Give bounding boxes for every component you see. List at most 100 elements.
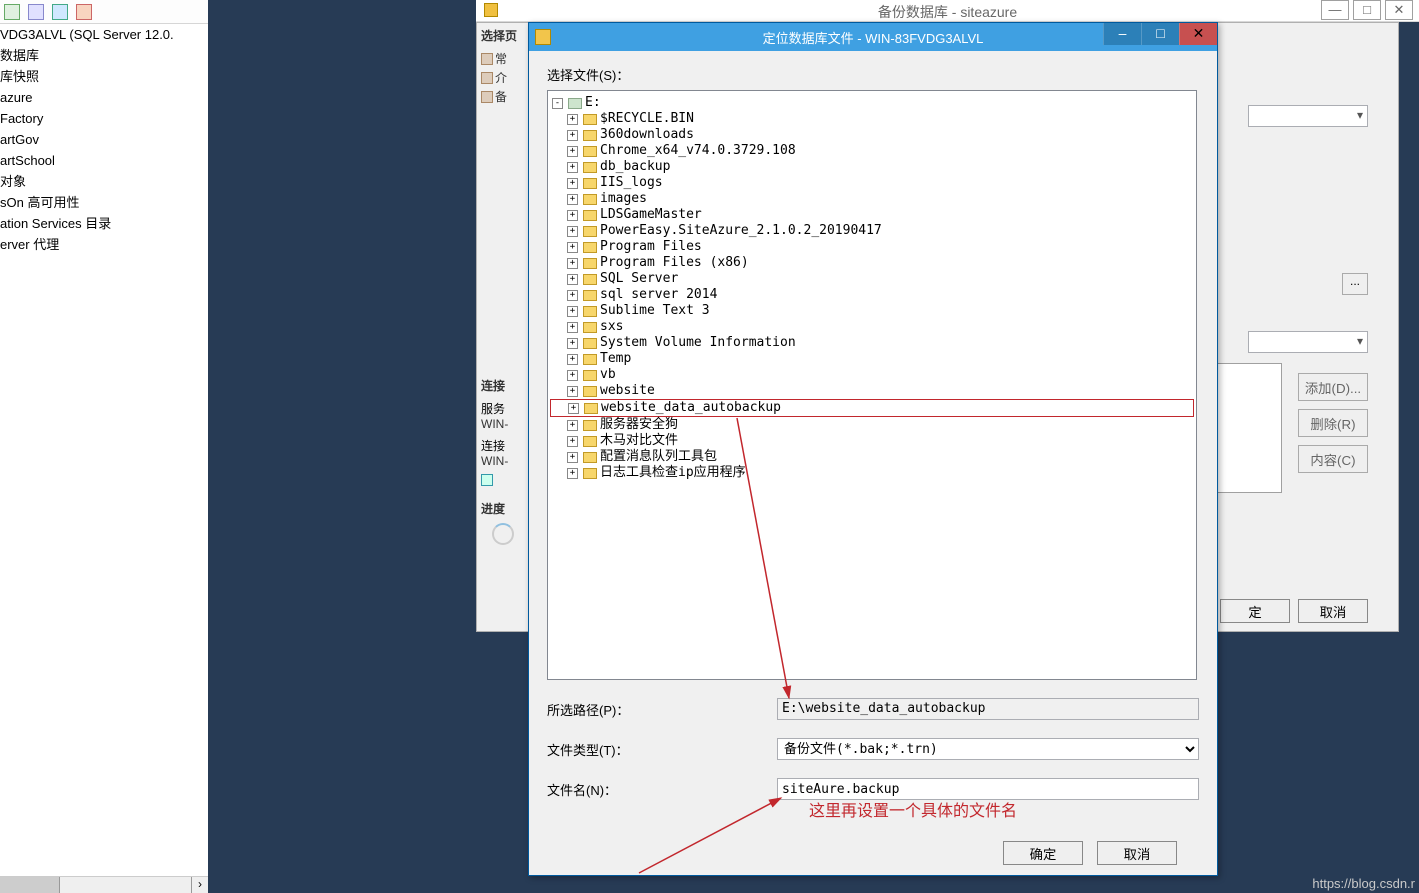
folder-node[interactable]: + 服务器安全狗 [550,417,1194,433]
expand-icon[interactable]: + [567,226,578,237]
expand-icon[interactable]: + [567,114,578,125]
tree-node[interactable]: sOn 高可用性 [0,192,208,213]
folder-icon [584,403,598,414]
folder-node[interactable]: + db_backup [550,159,1194,175]
folder-label: $RECYCLE.BIN [600,111,694,127]
folder-node[interactable]: + images [550,191,1194,207]
refresh-icon[interactable] [52,4,68,20]
expand-icon[interactable]: + [567,274,578,285]
expand-icon[interactable]: + [567,290,578,301]
close-button[interactable]: ✕ [1179,23,1217,45]
expand-icon[interactable]: + [567,130,578,141]
path-label: 所选路径(P)： [547,700,777,719]
tree-node[interactable]: azure [0,87,208,108]
folder-node[interactable]: + website_data_autobackup [550,399,1194,417]
folder-node[interactable]: + 日志工具检查ip应用程序 [550,465,1194,481]
stop-icon[interactable] [76,4,92,20]
server-node[interactable]: VDG3ALVL (SQL Server 12.0. [0,24,208,45]
folder-node[interactable]: + 木马对比文件 [550,433,1194,449]
close-button[interactable]: ✕ [1385,0,1413,20]
folder-node[interactable]: + LDSGameMaster [550,207,1194,223]
expand-icon[interactable]: + [567,242,578,253]
folder-node[interactable]: + Temp [550,351,1194,367]
remove-button[interactable]: 删除(R) [1298,409,1368,437]
drive-node[interactable]: - E: [550,95,1194,111]
minimize-button[interactable]: — [1321,0,1349,20]
backup-dropdown-1[interactable] [1248,105,1368,127]
tree-node[interactable]: Factory [0,108,208,129]
progress-header: 进度 [481,500,524,517]
backup-ok-button[interactable]: 定 [1220,599,1290,623]
tree-node[interactable]: 数据库 [0,45,208,66]
tree-node[interactable]: erver 代理 [0,234,208,255]
cancel-button[interactable]: 取消 [1097,841,1177,865]
expand-icon[interactable]: + [567,306,578,317]
expand-icon[interactable]: + [567,452,578,463]
folder-node[interactable]: + 360downloads [550,127,1194,143]
folder-node[interactable]: + IIS_logs [550,175,1194,191]
folder-label: LDSGameMaster [600,207,702,223]
folder-icon [583,452,597,463]
page-item[interactable]: 常 [495,50,507,67]
filter-icon[interactable] [28,4,44,20]
tree-node[interactable]: artGov [0,129,208,150]
expand-icon[interactable]: + [567,338,578,349]
content-button[interactable]: 内容(C) [1298,445,1368,473]
expand-icon[interactable]: + [567,386,578,397]
file-tree[interactable]: - E:+ $RECYCLE.BIN+ 360downloads+ Chrome… [547,90,1197,680]
tree-node[interactable]: 对象 [0,171,208,192]
folder-node[interactable]: + Program Files [550,239,1194,255]
folder-node[interactable]: + System Volume Information [550,335,1194,351]
ellipsis-button[interactable]: ... [1342,273,1368,295]
folder-node[interactable]: + Chrome_x64_v74.0.3729.108 [550,143,1194,159]
view-conn-icon[interactable] [481,474,493,486]
expand-icon[interactable]: + [567,370,578,381]
page-item[interactable]: 介 [495,69,507,86]
scroll-thumb[interactable] [0,877,60,893]
expand-icon[interactable]: + [568,403,579,414]
expand-icon[interactable]: + [567,162,578,173]
folder-node[interactable]: + sxs [550,319,1194,335]
maximize-button[interactable]: □ [1353,0,1381,20]
connect-icon[interactable] [4,4,20,20]
expand-icon[interactable]: - [552,98,563,109]
folder-node[interactable]: + Sublime Text 3 [550,303,1194,319]
locate-titlebar[interactable]: 定位数据库文件 - WIN-83FVDG3ALVL – □ ✕ [529,23,1217,51]
backup-cancel-button[interactable]: 取消 [1298,599,1368,623]
folder-node[interactable]: + PowerEasy.SiteAzure_2.1.0.2_20190417 [550,223,1194,239]
folder-node[interactable]: + SQL Server [550,271,1194,287]
minimize-button[interactable]: – [1103,23,1141,45]
page-item[interactable]: 备 [495,88,507,105]
scroll-right-arrow[interactable]: › [191,877,208,893]
hscroll[interactable]: › [0,876,208,893]
ssms-tree[interactable]: VDG3ALVL (SQL Server 12.0. 数据库 库快照 azure… [0,24,208,255]
expand-icon[interactable]: + [567,146,578,157]
expand-icon[interactable]: + [567,436,578,447]
expand-icon[interactable]: + [567,258,578,269]
type-select[interactable]: 备份文件(*.bak;*.trn) [777,738,1199,760]
folder-node[interactable]: + $RECYCLE.BIN [550,111,1194,127]
ok-button[interactable]: 确定 [1003,841,1083,865]
folder-label: website [600,383,655,399]
expand-icon[interactable]: + [567,354,578,365]
tree-node[interactable]: artSchool [0,150,208,171]
folder-node[interactable]: + 配置消息队列工具包 [550,449,1194,465]
folder-node[interactable]: + Program Files (x86) [550,255,1194,271]
add-button[interactable]: 添加(D)... [1298,373,1368,401]
backup-dropdown-2[interactable] [1248,331,1368,353]
tree-node[interactable]: ation Services 目录 [0,213,208,234]
expand-icon[interactable]: + [567,420,578,431]
expand-icon[interactable]: + [567,178,578,189]
tree-node[interactable]: 库快照 [0,66,208,87]
folder-node[interactable]: + website [550,383,1194,399]
page-icon [481,53,493,65]
maximize-button[interactable]: □ [1141,23,1179,45]
name-label: 文件名(N)： [547,780,777,799]
folder-node[interactable]: + sql server 2014 [550,287,1194,303]
expand-icon[interactable]: + [567,210,578,221]
expand-icon[interactable]: + [567,194,578,205]
folder-node[interactable]: + vb [550,367,1194,383]
backup-dialog-titlebar[interactable]: 备份数据库 - siteazure — □ ✕ [476,0,1419,22]
expand-icon[interactable]: + [567,322,578,333]
expand-icon[interactable]: + [567,468,578,479]
